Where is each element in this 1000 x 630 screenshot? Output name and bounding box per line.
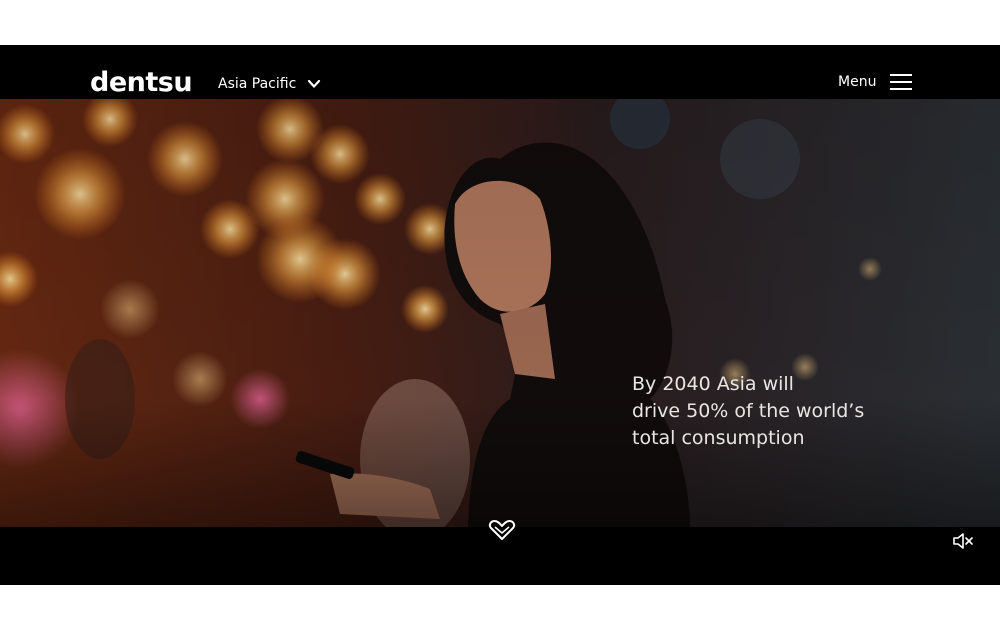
- hamburger-menu-icon: [890, 73, 913, 91]
- region-selector[interactable]: Asia Pacific: [218, 73, 322, 95]
- site-header: dentsu Asia Pacific Menu: [0, 45, 1000, 99]
- hero-headline-line-1: By 2040 Asia will: [632, 373, 794, 395]
- video-controls-bar: [0, 520, 1000, 585]
- region-label: Asia Pacific: [218, 76, 297, 92]
- top-whitespace: [0, 0, 1000, 45]
- hero-headline: By 2040 Asia will drive 50% of the world…: [632, 371, 932, 452]
- hero-background-image: [0, 99, 1000, 527]
- hero-headline-line-2: drive 50% of the world’s: [632, 400, 865, 422]
- heart-chevron-icon[interactable]: [488, 518, 516, 542]
- menu-button[interactable]: Menu: [838, 71, 913, 93]
- dentsu-logo[interactable]: dentsu: [90, 67, 193, 99]
- hero-video: By 2040 Asia will drive 50% of the world…: [0, 99, 1000, 527]
- hero-headline-line-3: total consumption: [632, 427, 805, 449]
- chevron-down-icon: [306, 76, 322, 92]
- speaker-muted-icon[interactable]: [952, 531, 974, 551]
- menu-label: Menu: [838, 74, 877, 90]
- bottom-whitespace: [0, 585, 1000, 630]
